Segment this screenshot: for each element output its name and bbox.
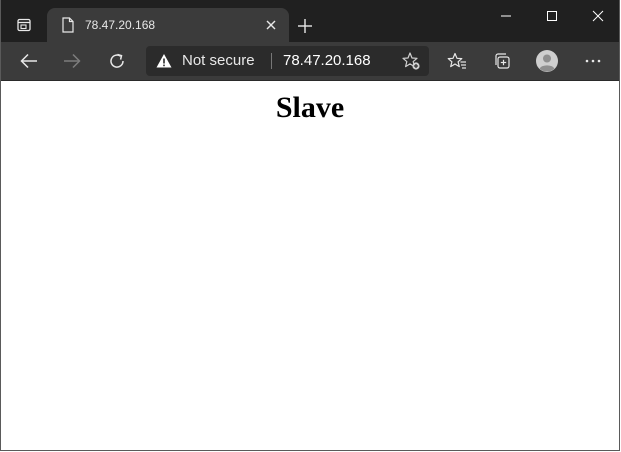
minimize-button[interactable]	[483, 0, 529, 32]
page-content: Slave	[1, 81, 619, 450]
page-icon	[59, 16, 77, 34]
minimize-icon	[501, 15, 511, 17]
tab-actions-icon	[17, 18, 31, 32]
address-bar[interactable]: Not secure 78.47.20.168	[146, 46, 429, 76]
maximize-button[interactable]	[529, 0, 575, 32]
profile-icon	[536, 50, 558, 72]
plus-icon	[298, 19, 312, 33]
close-icon	[592, 10, 604, 22]
collections-icon	[495, 53, 510, 69]
arrow-right-icon	[64, 53, 81, 69]
favorites-icon	[447, 52, 466, 69]
title-bar: 78.47.20.168	[1, 0, 619, 42]
tab-close-button[interactable]	[261, 15, 281, 35]
more-icon	[585, 59, 601, 63]
tab-title: 78.47.20.168	[85, 18, 156, 32]
navigation-toolbar: Not secure 78.47.20.168	[1, 42, 619, 81]
maximize-icon	[547, 11, 557, 21]
page-heading: Slave	[275, 91, 345, 124]
close-icon	[266, 20, 276, 30]
browser-window: 78.47.20.168 Not secure 78.47.20.168 Sla…	[0, 0, 620, 451]
refresh-icon	[110, 53, 124, 68]
collections-button[interactable]	[487, 46, 517, 76]
profile-button[interactable]	[532, 46, 562, 76]
security-status-label[interactable]: Not secure	[182, 53, 255, 69]
add-favorite-icon	[402, 52, 420, 70]
browser-tab[interactable]: 78.47.20.168	[47, 8, 289, 42]
back-button[interactable]	[14, 46, 44, 76]
add-favorite-button[interactable]	[401, 51, 421, 71]
favorites-button[interactable]	[442, 46, 472, 76]
refresh-button[interactable]	[102, 46, 132, 76]
url-text[interactable]: 78.47.20.168	[283, 53, 371, 69]
tab-actions-button[interactable]	[9, 10, 39, 40]
arrow-left-icon	[20, 53, 37, 69]
forward-button[interactable]	[57, 46, 87, 76]
new-tab-button[interactable]	[293, 14, 317, 38]
window-close-button[interactable]	[575, 0, 619, 32]
more-options-button[interactable]	[578, 46, 608, 76]
address-divider	[271, 53, 272, 69]
warning-icon[interactable]	[156, 53, 172, 69]
